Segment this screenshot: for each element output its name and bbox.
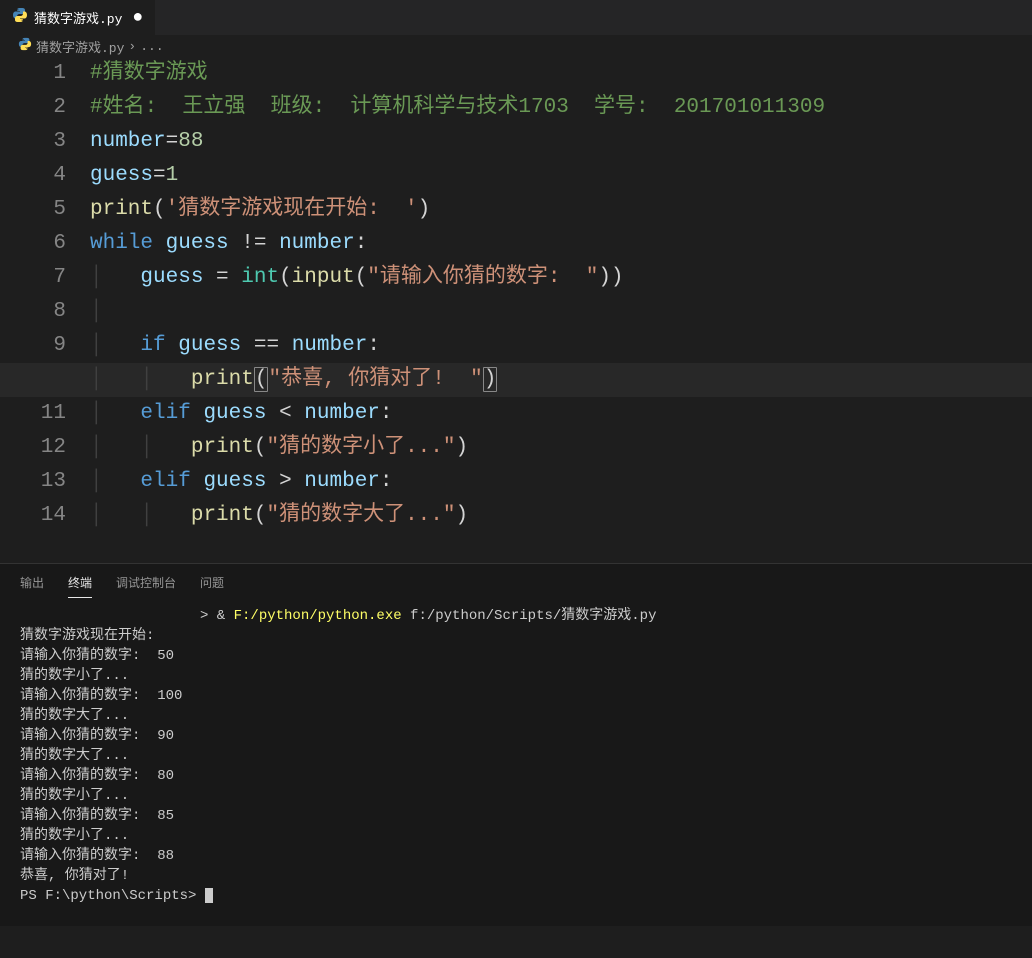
line-number: 9	[0, 329, 66, 363]
line-number: 14	[0, 499, 66, 533]
code-line[interactable]: │ if guess == number:	[90, 329, 1032, 363]
terminal-line: 猜的数字小了...	[20, 666, 1012, 686]
code-line[interactable]: │ │ print("猜的数字大了...")	[90, 499, 1032, 533]
terminal-line: 猜的数字大了...	[20, 706, 1012, 726]
bottom-panel: 输出 终端 调试控制台 问题 > & F:/python/python.exe …	[0, 563, 1032, 926]
terminal-line: 请输入你猜的数字: 50	[20, 646, 1012, 666]
breadcrumb-rest[interactable]: ...	[140, 39, 163, 54]
terminal-line: 恭喜, 你猜对了!	[20, 866, 1012, 886]
cursor-icon	[205, 888, 213, 903]
code-line[interactable]: #猜数字游戏	[90, 57, 1032, 91]
terminal-line: 请输入你猜的数字: 85	[20, 806, 1012, 826]
terminal-line: 猜的数字小了...	[20, 826, 1012, 846]
code-line[interactable]: guess=1	[90, 159, 1032, 193]
panel-tab-bar: 输出 终端 调试控制台 问题	[0, 564, 1032, 598]
tab-title: 猜数字游戏.py	[34, 8, 122, 27]
line-number: 4	[0, 159, 66, 193]
line-number: 6	[0, 227, 66, 261]
code-content[interactable]: #猜数字游戏#姓名: 王立强 班级: 计算机科学与技术1703 学号: 2017…	[90, 57, 1032, 533]
line-number: 8	[0, 295, 66, 329]
panel-tab-problems[interactable]: 问题	[200, 574, 224, 598]
code-line[interactable]: │ elif guess < number:	[90, 397, 1032, 431]
terminal-line: 猜的数字小了...	[20, 786, 1012, 806]
line-number: 1	[0, 57, 66, 91]
terminal-command: > & F:/python/python.exe f:/python/Scrip…	[20, 606, 1012, 626]
code-line[interactable]: │ guess = int(input("请输入你猜的数字: "))	[90, 261, 1032, 295]
terminal-line: 猜数字游戏现在开始:	[20, 626, 1012, 646]
code-line[interactable]: │ elif guess > number:	[90, 465, 1032, 499]
terminal-line: 请输入你猜的数字: 88	[20, 846, 1012, 866]
tab-bar: 猜数字游戏.py ●	[0, 0, 1032, 35]
line-number: 12	[0, 431, 66, 465]
line-number: 11	[0, 397, 66, 431]
panel-tab-debug-console[interactable]: 调试控制台	[116, 574, 176, 598]
line-number: 13	[0, 465, 66, 499]
line-number: 5	[0, 193, 66, 227]
panel-tab-terminal[interactable]: 终端	[68, 574, 92, 598]
code-line[interactable]: │	[90, 295, 1032, 329]
code-line[interactable]: print('猜数字游戏现在开始: ')	[90, 193, 1032, 227]
terminal-line: 猜的数字大了...	[20, 746, 1012, 766]
editor-tab[interactable]: 猜数字游戏.py ●	[0, 0, 156, 35]
breadcrumb-file[interactable]: 猜数字游戏.py	[36, 37, 124, 56]
line-number: 2	[0, 91, 66, 125]
line-number: 3	[0, 125, 66, 159]
code-line[interactable]: number=88	[90, 125, 1032, 159]
code-editor[interactable]: 1234567891011121314 #猜数字游戏#姓名: 王立强 班级: 计…	[0, 57, 1032, 533]
terminal-line: 请输入你猜的数字: 90	[20, 726, 1012, 746]
terminal-line: 请输入你猜的数字: 80	[20, 766, 1012, 786]
line-number: 7	[0, 261, 66, 295]
terminal-line: 请输入你猜的数字: 100	[20, 686, 1012, 706]
panel-tab-output[interactable]: 输出	[20, 574, 44, 598]
terminal-prompt[interactable]: PS F:\python\Scripts>	[20, 886, 1012, 906]
terminal-output[interactable]: > & F:/python/python.exe f:/python/Scrip…	[0, 598, 1032, 926]
breadcrumb[interactable]: 猜数字游戏.py › ...	[0, 35, 1032, 57]
code-line[interactable]: │ │ print("猜的数字小了...")	[90, 431, 1032, 465]
code-line[interactable]: while guess != number:	[90, 227, 1032, 261]
chevron-right-icon: ›	[128, 39, 136, 54]
python-icon	[18, 37, 32, 56]
python-icon	[12, 7, 28, 28]
line-number-gutter: 1234567891011121314	[0, 57, 90, 533]
code-line[interactable]: │ │ print("恭喜, 你猜对了! ")	[90, 363, 1032, 397]
dirty-indicator-icon: ●	[132, 8, 143, 28]
code-line[interactable]: #姓名: 王立强 班级: 计算机科学与技术1703 学号: 2017010113…	[90, 91, 1032, 125]
